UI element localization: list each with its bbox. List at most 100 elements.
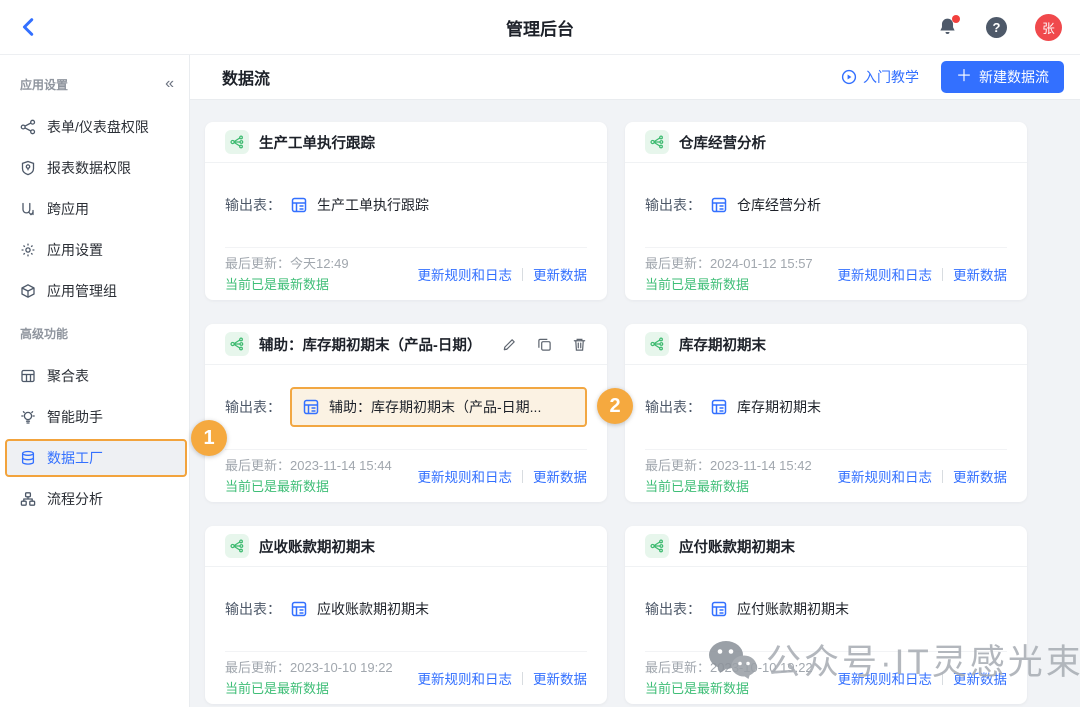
divider	[522, 672, 523, 685]
dataflow-icon	[225, 130, 249, 154]
output-table-label: 输出表：	[225, 195, 281, 215]
updated-label: 最后更新：	[645, 660, 710, 675]
card-title: 辅助：库存期初期末（产品-日期）	[259, 334, 481, 355]
dataflow-icon	[225, 332, 249, 356]
updated-label: 最后更新：	[225, 458, 290, 473]
update-data-link[interactable]: 更新数据	[533, 668, 587, 688]
divider	[942, 268, 943, 281]
update-rules-log-link[interactable]: 更新规则和日志	[418, 264, 513, 284]
divider	[522, 470, 523, 483]
notification-bell-icon[interactable]	[938, 16, 958, 38]
page-title: 管理后台	[506, 15, 574, 40]
output-table-icon	[302, 398, 320, 416]
dataflow-card-production-tracking: 生产工单执行跟踪 输出表： 生产工单执行跟踪 最后更新：今天12:49 当前已是…	[205, 122, 607, 300]
sidebar-item-aggregate-table[interactable]: 聚合表	[0, 355, 189, 396]
update-rules-log-link[interactable]: 更新规则和日志	[838, 668, 933, 688]
avatar[interactable]: 张	[1035, 14, 1062, 41]
aggregate-table-icon	[20, 368, 36, 384]
update-rules-log-link[interactable]: 更新规则和日志	[418, 466, 513, 486]
updated-time: 2023-10-10 19:22	[290, 660, 393, 675]
status-latest: 当前已是最新数据	[225, 678, 393, 699]
tutorial-link[interactable]: 入门教学	[841, 67, 919, 87]
cross-app-arrows-icon	[20, 201, 36, 217]
output-table-name: 库存期初期末	[737, 397, 821, 417]
status-latest: 当前已是最新数据	[225, 476, 392, 497]
sidebar-item-smart-assistant[interactable]: 智能助手	[0, 396, 189, 437]
shield-icon	[20, 160, 36, 176]
section-title: 数据流	[222, 65, 270, 89]
sidebar-item-label: 应用设置	[47, 240, 103, 260]
sidebar-item-report-data-permissions[interactable]: 报表数据权限	[0, 147, 189, 188]
output-table-name: 应付账款期初期末	[737, 599, 849, 619]
output-table-name: 辅助：库存期初期末（产品-日期...	[329, 397, 541, 417]
output-table-icon	[710, 398, 728, 416]
delete-icon[interactable]	[572, 337, 587, 352]
dataflow-card-receivables: 应收账款期初期末 输出表： 应收账款期初期末 最后更新：2023-10-10 1…	[205, 526, 607, 704]
database-icon	[20, 450, 36, 466]
dataflow-list: 生产工单执行跟踪 输出表： 生产工单执行跟踪 最后更新：今天12:49 当前已是…	[190, 100, 1080, 707]
highlighted-output-table[interactable]: 辅助：库存期初期末（产品-日期...	[290, 387, 587, 427]
play-circle-icon	[841, 69, 857, 85]
output-table-label: 输出表：	[225, 397, 281, 417]
card-title: 应收账款期初期末	[259, 536, 375, 557]
output-table-name: 生产工单执行跟踪	[317, 195, 429, 215]
dataflow-card-aux-inventory: 辅助：库存期初期末（产品-日期） 输出表： 辅助：库存期初期末（产品-日期...	[205, 324, 607, 502]
update-rules-log-link[interactable]: 更新规则和日志	[838, 264, 933, 284]
update-data-link[interactable]: 更新数据	[953, 466, 1007, 486]
notification-dot	[952, 15, 960, 23]
back-icon[interactable]	[18, 14, 44, 40]
help-icon[interactable]: ?	[986, 17, 1007, 38]
divider	[942, 672, 943, 685]
plus-icon: ＋	[956, 69, 972, 85]
sidebar-item-process-analysis[interactable]: 流程分析	[0, 478, 189, 519]
gear-icon	[20, 242, 36, 258]
dataflow-icon	[645, 130, 669, 154]
dataflow-icon	[645, 332, 669, 356]
update-data-link[interactable]: 更新数据	[533, 264, 587, 284]
output-table-icon	[710, 600, 728, 618]
sidebar-item-form-dashboard-permissions[interactable]: 表单/仪表盘权限	[0, 106, 189, 147]
output-table-label: 输出表：	[225, 599, 281, 619]
sidebar-section-app-settings: 应用设置	[20, 76, 68, 93]
dataflow-card-inventory: 库存期初期末 输出表： 库存期初期末 最后更新：2023-11-14 15:42…	[625, 324, 1027, 502]
updated-label: 最后更新：	[645, 256, 710, 271]
output-table-label: 输出表：	[645, 599, 701, 619]
sidebar-item-label: 流程分析	[47, 489, 103, 509]
flow-analysis-icon	[20, 491, 36, 507]
update-rules-log-link[interactable]: 更新规则和日志	[418, 668, 513, 688]
dataflow-card-warehouse-analysis: 仓库经营分析 输出表： 仓库经营分析 最后更新：2024-01-12 15:57…	[625, 122, 1027, 300]
card-title: 仓库经营分析	[679, 132, 766, 153]
updated-label: 最后更新：	[225, 660, 290, 675]
output-table-icon	[290, 196, 308, 214]
update-data-link[interactable]: 更新数据	[953, 264, 1007, 284]
updated-label: 最后更新：	[225, 256, 290, 271]
status-latest: 当前已是最新数据	[645, 678, 813, 699]
dataflow-icon	[645, 534, 669, 558]
edit-icon[interactable]	[502, 337, 517, 352]
sidebar-item-data-factory[interactable]: 数据工厂	[5, 439, 187, 477]
sidebar-item-app-management-group[interactable]: 应用管理组	[0, 270, 189, 311]
topbar-actions: ? 张	[938, 14, 1062, 41]
main-panel: 数据流 入门教学 ＋ 新建数据流 生产工单执行跟踪	[190, 55, 1080, 707]
dataflow-card-payables: 应付账款期初期末 输出表： 应付账款期初期末 最后更新：2023-10-10 1…	[625, 526, 1027, 704]
new-dataflow-button[interactable]: ＋ 新建数据流	[941, 61, 1064, 93]
dataflow-icon	[225, 534, 249, 558]
status-latest: 当前已是最新数据	[225, 274, 349, 295]
sidebar-item-cross-app[interactable]: 跨应用	[0, 188, 189, 229]
main-header: 数据流 入门教学 ＋ 新建数据流	[190, 55, 1080, 100]
cube-icon	[20, 283, 36, 299]
update-data-link[interactable]: 更新数据	[953, 668, 1007, 688]
topbar: 管理后台 ? 张	[0, 0, 1080, 55]
sidebar-item-label: 数据工厂	[47, 448, 103, 468]
copy-icon[interactable]	[537, 337, 552, 352]
sidebar-item-app-settings[interactable]: 应用设置	[0, 229, 189, 270]
annotation-badge-2: 2	[597, 388, 633, 424]
card-title: 库存期初期末	[679, 334, 766, 355]
output-table-icon	[290, 600, 308, 618]
collapse-sidebar-icon[interactable]: «	[165, 75, 173, 93]
updated-time: 2023-11-14 15:42	[710, 458, 812, 473]
update-data-link[interactable]: 更新数据	[533, 466, 587, 486]
update-rules-log-link[interactable]: 更新规则和日志	[838, 466, 933, 486]
status-latest: 当前已是最新数据	[645, 476, 812, 497]
sidebar-item-label: 聚合表	[47, 366, 89, 386]
